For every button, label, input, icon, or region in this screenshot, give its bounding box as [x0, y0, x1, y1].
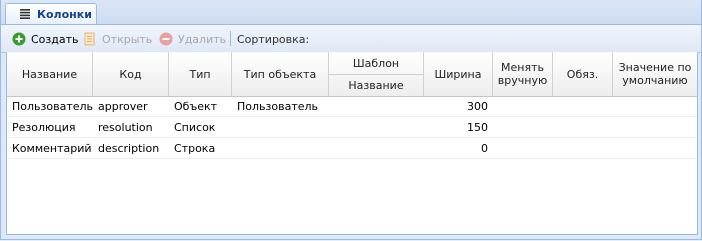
cell-name: Комментарий [12, 142, 92, 155]
cell-required [553, 96, 613, 117]
cell-name: Резолюция [12, 121, 76, 134]
toolbar-separator [230, 31, 231, 46]
open-button[interactable]: Открыть [83, 31, 152, 47]
cell-template-name [329, 117, 424, 138]
column-header-width[interactable]: Ширина [424, 52, 493, 96]
cell-template-name [329, 138, 424, 159]
cell-name: Пользователь [12, 100, 93, 113]
create-label: Создать [31, 32, 79, 46]
tab-columns[interactable]: Колонки [5, 3, 97, 24]
cell-manual [493, 96, 553, 117]
column-header-code[interactable]: Код [93, 52, 169, 96]
cell-template-name [329, 96, 424, 117]
column-header-required[interactable]: Обяз. [553, 52, 613, 96]
cell-default [613, 138, 697, 159]
cell-object-type: Пользователь [237, 100, 319, 113]
table-row[interactable]: Резолюция resolution Список 150 [7, 117, 697, 138]
grid-header: Название Код Тип Тип объекта Шаблон Назв… [7, 52, 697, 97]
column-header-object-type[interactable]: Тип объекта [232, 52, 329, 96]
cell-default [613, 96, 697, 117]
add-icon [12, 32, 26, 46]
column-header-template-name[interactable]: Название [329, 74, 424, 96]
cell-object-type [232, 117, 329, 138]
create-button[interactable]: Создать [12, 31, 79, 47]
cell-default [613, 117, 697, 138]
remove-icon [159, 32, 173, 46]
column-header-default[interactable]: Значение по умолчанию [613, 52, 697, 96]
table-row[interactable]: Комментарий description Строка 0 [7, 138, 697, 159]
delete-label: Удалить [178, 32, 227, 46]
cell-code: approver [98, 100, 148, 113]
columns-panel: Колонки Создать Открыть Удалить Сортиров… [0, 0, 702, 240]
tab-label: Колонки [37, 8, 92, 21]
cell-required [553, 138, 613, 159]
cell-width: 0 [481, 142, 488, 155]
cell-type: Строка [174, 142, 216, 155]
document-icon [84, 32, 95, 46]
open-label: Открыть [102, 32, 153, 46]
column-header-manual[interactable]: Менять вручную [493, 52, 553, 96]
toolbar: Создать Открыть Удалить Сортировка: [1, 25, 701, 53]
tab-bar: Колонки [1, 0, 701, 25]
list-icon [20, 9, 30, 19]
cell-manual [493, 117, 553, 138]
cell-code: description [98, 142, 160, 155]
column-header-template[interactable]: Шаблон [329, 52, 424, 74]
delete-button[interactable]: Удалить [159, 31, 226, 47]
columns-grid: Название Код Тип Тип объекта Шаблон Назв… [6, 52, 698, 235]
cell-required [553, 117, 613, 138]
column-header-type[interactable]: Тип [169, 52, 232, 96]
sort-label: Сортировка: [237, 33, 310, 46]
table-row[interactable]: Пользователь approver Объект Пользовател… [7, 96, 697, 117]
cell-width: 300 [467, 100, 488, 113]
cell-object-type [232, 138, 329, 159]
column-header-name[interactable]: Название [7, 52, 93, 96]
cell-manual [493, 138, 553, 159]
cell-type: Список [174, 121, 216, 134]
cell-code: resolution [98, 121, 153, 134]
cell-width: 150 [467, 121, 488, 134]
cell-type: Объект [174, 100, 218, 113]
